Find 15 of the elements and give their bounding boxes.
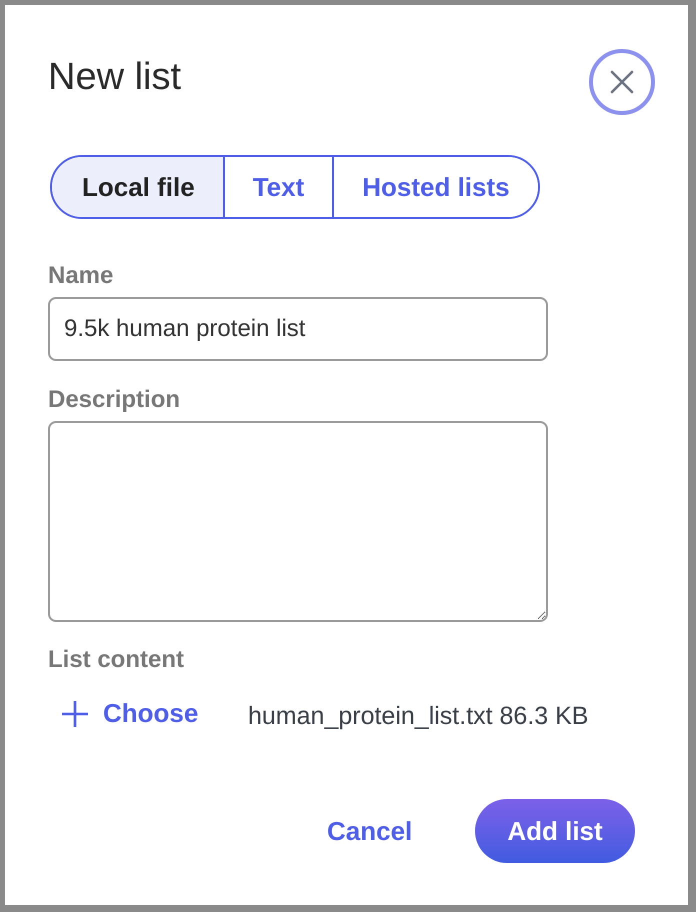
close-button[interactable] xyxy=(589,49,655,115)
tab[interactable]: Hosted lists xyxy=(332,157,538,217)
name-field[interactable]: 9.5k human protein list xyxy=(48,297,548,361)
choose-button[interactable]: Choose xyxy=(61,694,198,733)
field-label: Name xyxy=(48,261,114,291)
close-icon xyxy=(610,70,634,94)
add-list-button[interactable]: Add list xyxy=(475,799,635,863)
plus-icon xyxy=(61,700,89,728)
file-name: human_protein_list.txt 86.3 KB xyxy=(248,701,588,732)
cancel-button[interactable]: Cancel xyxy=(321,800,418,862)
dialog-title: New list xyxy=(48,55,182,100)
description-field[interactable] xyxy=(48,421,548,622)
tab[interactable]: Local file xyxy=(52,157,223,217)
field-label: List content xyxy=(48,645,184,675)
field-label: Description xyxy=(48,385,180,415)
